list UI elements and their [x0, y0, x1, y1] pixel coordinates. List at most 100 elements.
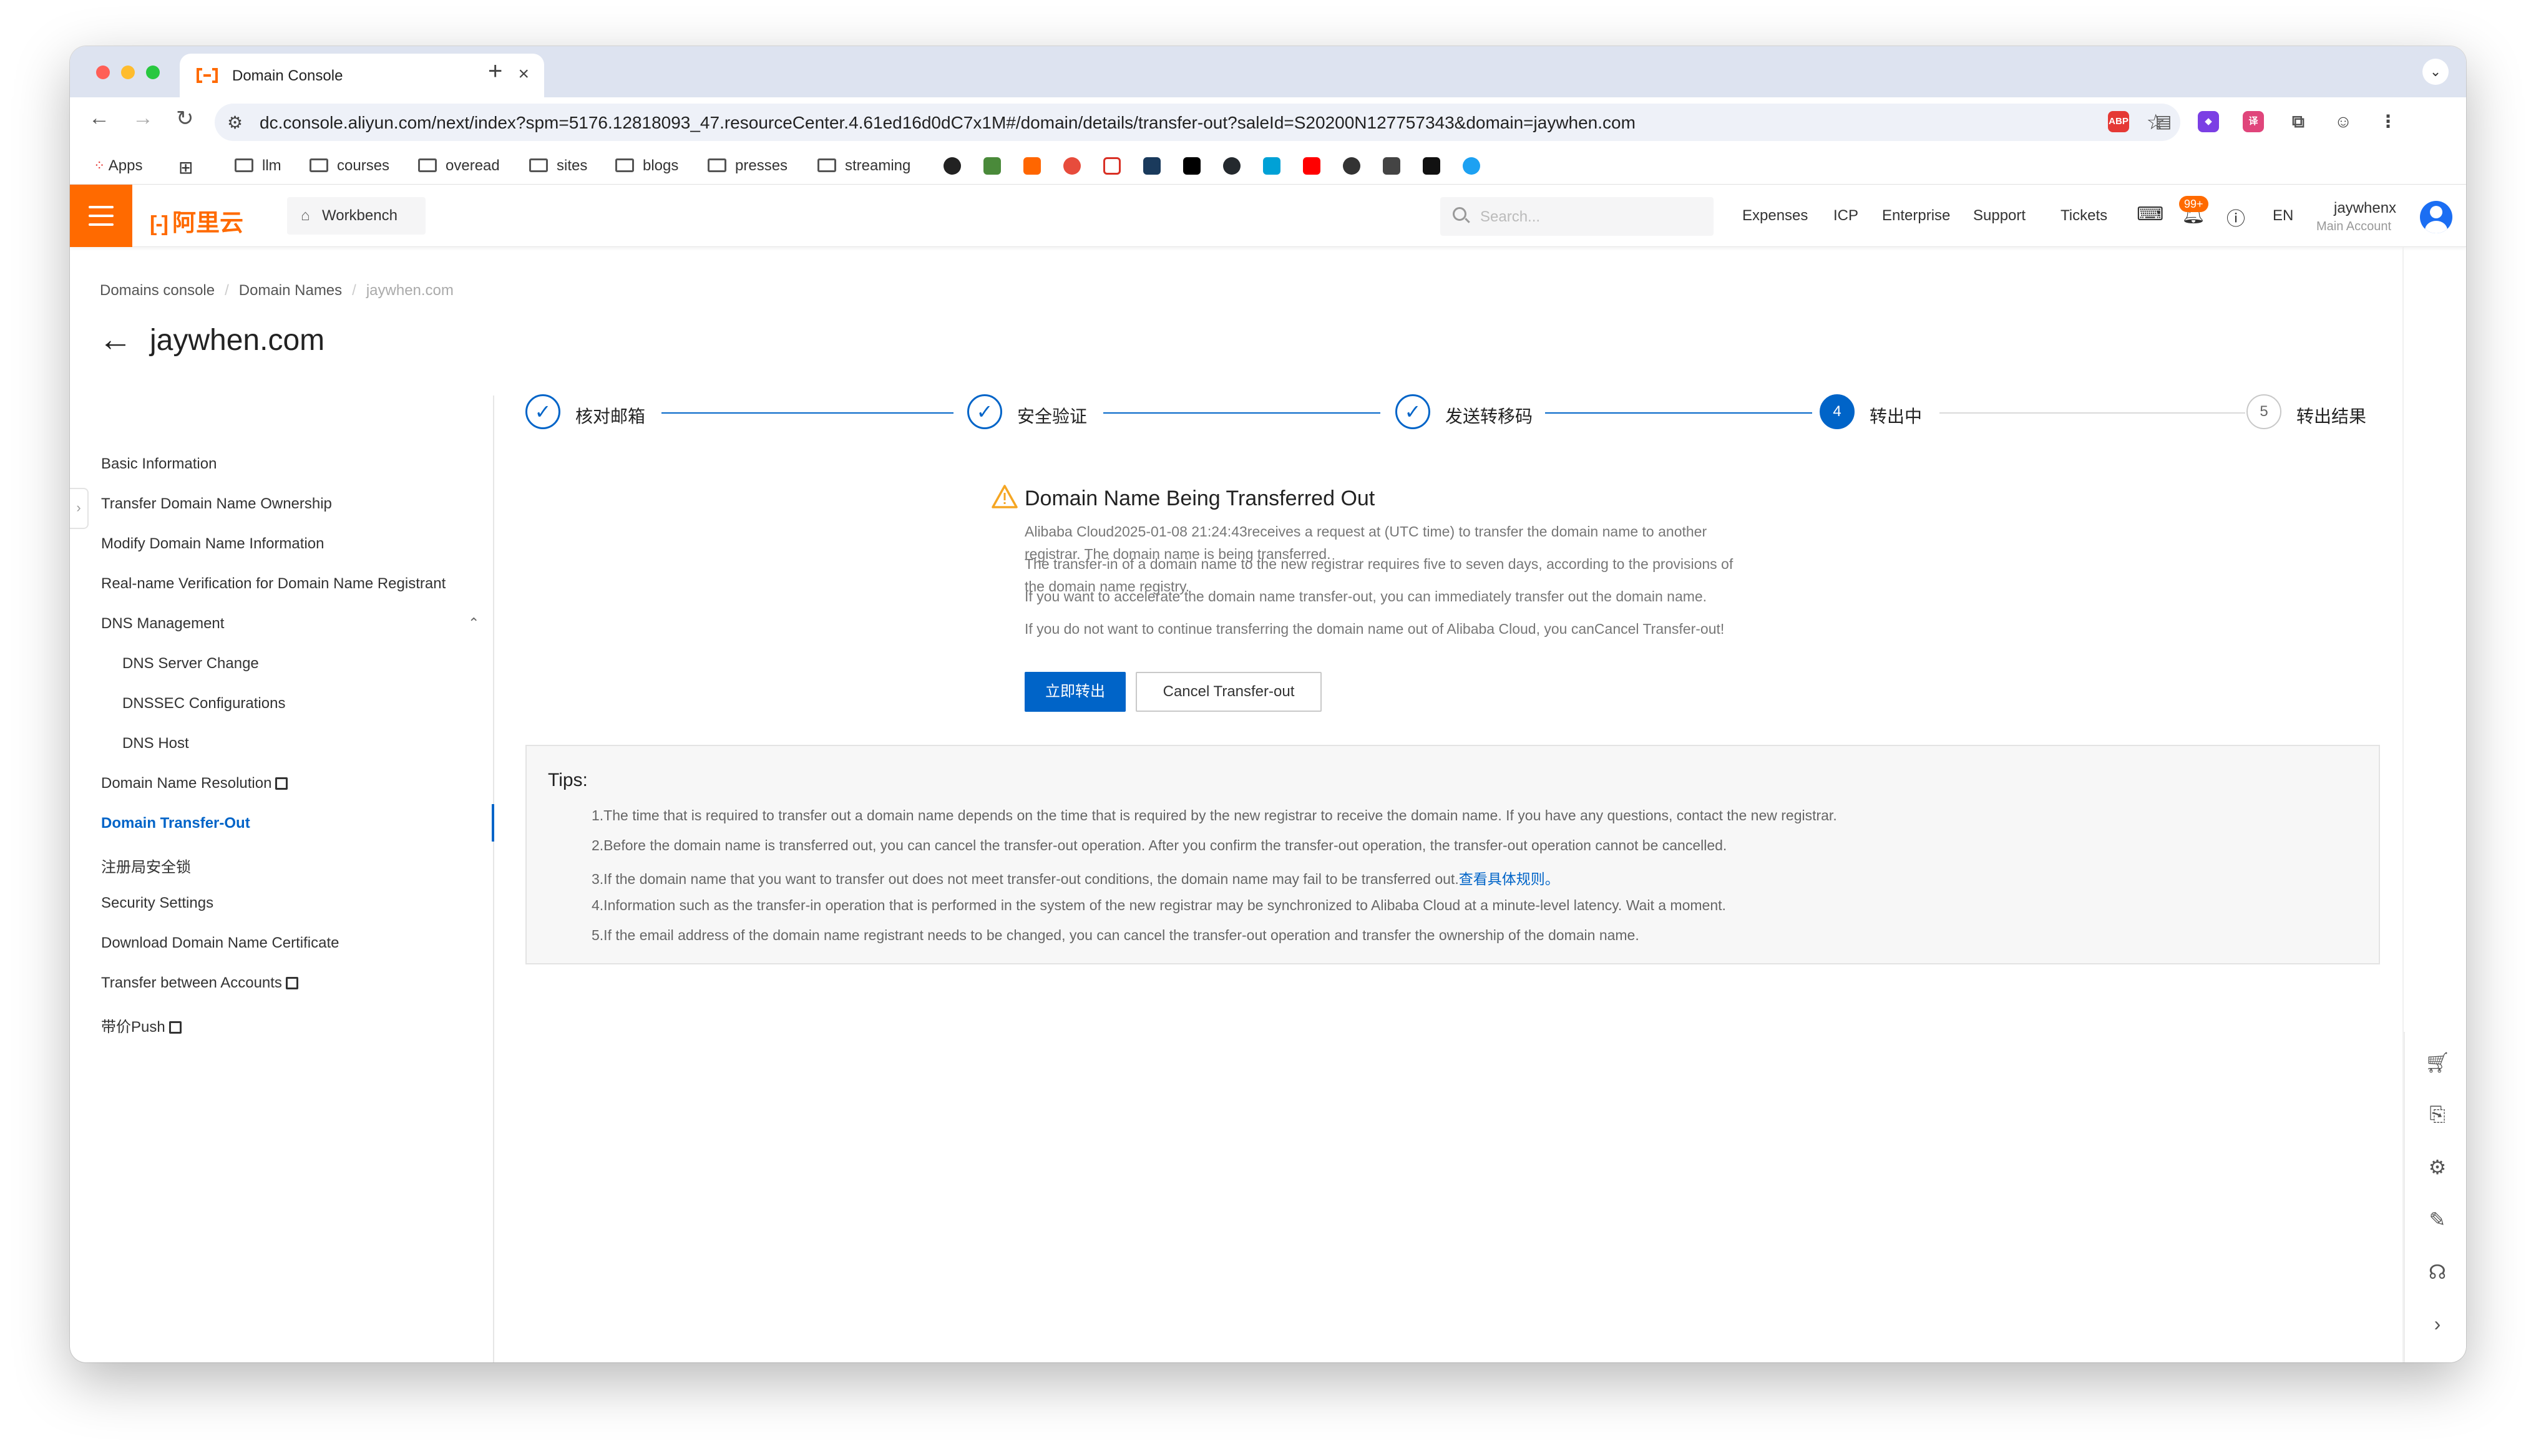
settings-gear-icon[interactable]: ⚙ [2425, 1155, 2450, 1179]
tab-groups-icon[interactable]: ⊞ [178, 157, 193, 178]
bookmarks-bar: ⁘ Apps ⊞ llm courses overead sites blogs… [70, 147, 2466, 185]
sidebar-item-security-settings[interactable]: Security Settings [101, 895, 213, 912]
workbench-button[interactable]: ⌂ Workbench [287, 197, 426, 235]
x-icon[interactable] [1183, 157, 1201, 175]
chevron-right-icon[interactable]: › [2425, 1313, 2450, 1336]
bookmark-folder[interactable]: courses [310, 157, 389, 175]
step-connector [1545, 412, 1812, 414]
sidebar-item-domain-resolution[interactable]: Domain Name Resolution [101, 775, 288, 792]
sidebar-item-dns-server-change[interactable]: DNS Server Change [122, 655, 259, 672]
bilibili-icon[interactable] [1263, 157, 1280, 175]
adblock-icon[interactable]: ABP [2108, 111, 2129, 132]
bookmark-folder[interactable]: presses [708, 157, 788, 175]
github-icon[interactable] [1223, 157, 1241, 175]
step-5-pending: 5 [2246, 394, 2281, 429]
cart-icon[interactable]: 🛒︎ [2425, 1051, 2451, 1074]
avatar[interactable] [2420, 201, 2452, 233]
sidebar-item-dns-management[interactable]: DNS Management [101, 615, 224, 633]
pink-extension-icon[interactable]: 译 [2243, 111, 2264, 132]
breadcrumb-domains-console[interactable]: Domains console [100, 282, 215, 299]
folder-label: blogs [643, 157, 679, 174]
bookmark-favicon-icon[interactable] [1383, 157, 1400, 175]
forward-nav-icon[interactable]: → [132, 106, 154, 130]
folder-icon [418, 158, 437, 172]
document-icon[interactable]: ⎘ [2425, 1103, 2450, 1127]
help-icon[interactable]: ⓘ [2226, 203, 2245, 231]
puzzle-icon[interactable]: ⧉ [2288, 111, 2309, 132]
step-2-label: 安全验证 [1017, 407, 1088, 426]
sidebar-item-real-name-verification[interactable]: Real-name Verification for Domain Name R… [101, 575, 446, 593]
apps-bookmark[interactable]: ⁘ Apps [94, 157, 142, 175]
cancel-transfer-out-button[interactable]: Cancel Transfer-out [1136, 672, 1322, 712]
sidebar-item-domain-transfer-out[interactable]: Domain Transfer-Out [101, 815, 250, 832]
external-link-icon [285, 977, 298, 989]
nav-icp[interactable]: ICP [1833, 207, 1858, 225]
close-window-button[interactable] [96, 66, 110, 79]
chevron-up-icon[interactable]: ⌃ [468, 615, 479, 631]
bookmark-folder[interactable]: sites [529, 157, 587, 175]
user-name[interactable]: jaywhenx [2334, 200, 2396, 217]
bookmark-favicon-icon[interactable] [1143, 157, 1161, 175]
reload-icon[interactable]: ↻ [176, 106, 194, 131]
reader-icon[interactable]: ▤ [2153, 111, 2174, 132]
tip-item: 3.If the domain name that you want to tr… [592, 867, 1559, 888]
headset-icon[interactable]: ☊ [2425, 1260, 2450, 1284]
sidebar-item-download-certificate[interactable]: Download Domain Name Certificate [101, 934, 339, 952]
site-info-icon[interactable]: ⚙ [227, 112, 243, 133]
edit-icon[interactable]: ✎ [2425, 1208, 2450, 1231]
profile-icon[interactable]: ☺ [2333, 111, 2354, 132]
sidebar-item-dnssec[interactable]: DNSSEC Configurations [122, 695, 285, 712]
menu-hamburger-icon[interactable] [70, 185, 132, 247]
tab-close-icon[interactable]: × [518, 64, 529, 85]
sidebar-item-basic-information[interactable]: Basic Information [101, 455, 217, 473]
back-arrow-icon[interactable]: ← [99, 321, 132, 358]
sidebar-item-dns-host[interactable]: DNS Host [122, 735, 189, 752]
transfer-out-now-button[interactable]: 立即转出 [1025, 672, 1126, 712]
bookmark-favicon-icon[interactable] [1463, 157, 1480, 175]
bookmark-favicon-icon[interactable] [1023, 157, 1041, 175]
bookmark-folder[interactable]: overead [418, 157, 500, 175]
youtube-icon[interactable] [1303, 157, 1320, 175]
sidebar-item-transfer-accounts[interactable]: Transfer between Accounts [101, 974, 298, 992]
bookmark-folder[interactable]: blogs [615, 157, 678, 175]
maximize-window-button[interactable] [146, 66, 160, 79]
sidebar-item-push[interactable]: 带价Push [101, 1014, 182, 1036]
bookmark-favicon-icon[interactable] [1063, 157, 1081, 175]
folder-icon [817, 158, 836, 172]
url-text[interactable]: dc.console.aliyun.com/next/index?spm=517… [260, 113, 1636, 133]
tip-item: 4.Information such as the transfer-in op… [592, 897, 1726, 913]
view-rules-link[interactable]: 查看具体规则。 [1459, 871, 1559, 887]
bookmark-favicon-icon[interactable] [1343, 157, 1360, 175]
terminal-icon[interactable]: ⌨ [2137, 203, 2163, 225]
nav-enterprise[interactable]: Enterprise [1882, 207, 1950, 225]
bookmark-folder[interactable]: llm [235, 157, 281, 175]
menu-icon[interactable]: ⋮ [2378, 111, 2399, 132]
purple-extension-icon[interactable]: ◆ [2198, 111, 2219, 132]
bookmark-favicon-icon[interactable] [983, 157, 1001, 175]
bookmark-favicon-icon[interactable] [1423, 157, 1440, 175]
folder-icon [310, 158, 328, 172]
aliyun-logo[interactable]: [-] 阿里云 [150, 203, 243, 236]
console-topbar: [-] 阿里云 ⌂ Workbench Search... Expenses IC… [70, 185, 2466, 247]
logo-mark-icon: [-] [150, 212, 168, 236]
console-search-input[interactable]: Search... [1440, 197, 1714, 236]
bookmark-folder[interactable]: streaming [817, 157, 910, 175]
sidebar-item-registry-lock[interactable]: 注册局安全锁 [101, 855, 191, 876]
sidebar-collapse-chevron-icon[interactable]: › [70, 488, 89, 529]
sidebar-item-transfer-ownership[interactable]: Transfer Domain Name Ownership [101, 495, 332, 513]
tab-search-chevron-icon[interactable]: ⌄ [2422, 59, 2449, 85]
page-title: jaywhen.com [150, 324, 325, 357]
nav-tickets[interactable]: Tickets [2060, 207, 2107, 225]
nav-expenses[interactable]: Expenses [1742, 207, 1808, 225]
breadcrumb-domain-names[interactable]: Domain Names [239, 282, 342, 299]
new-tab-button[interactable]: + [488, 57, 502, 85]
bookmark-favicon-icon[interactable] [944, 157, 961, 175]
sidebar-item-modify-info[interactable]: Modify Domain Name Information [101, 535, 324, 553]
minimize-window-button[interactable] [121, 66, 135, 79]
folder-label: llm [262, 157, 281, 174]
gmail-icon[interactable] [1103, 157, 1121, 175]
back-nav-icon[interactable]: ← [89, 106, 110, 130]
language-switch[interactable]: EN [2273, 207, 2293, 225]
address-bar[interactable]: ⚙ dc.console.aliyun.com/next/index?spm=5… [215, 104, 2180, 141]
nav-support[interactable]: Support [1973, 207, 2026, 225]
